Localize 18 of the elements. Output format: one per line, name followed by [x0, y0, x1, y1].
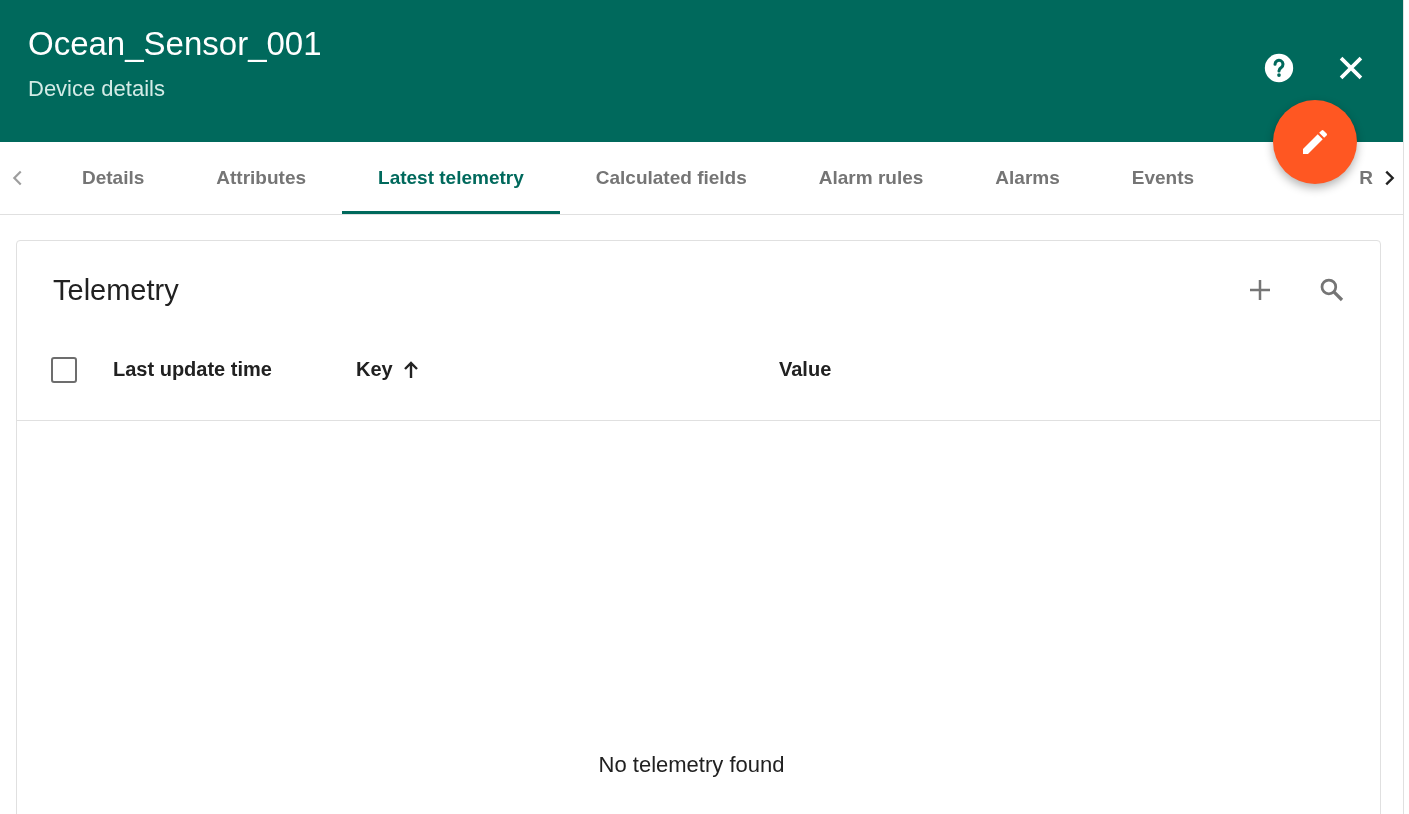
tab[interactable]: Latest telemetry [342, 142, 560, 214]
column-header[interactable]: Last update time [113, 358, 272, 381]
tab[interactable]: Details [82, 142, 145, 214]
tab[interactable]: Events [1131, 142, 1195, 214]
checkbox[interactable] [51, 356, 77, 383]
tab[interactable]: Calculated fields [595, 142, 747, 214]
column-header[interactable]: Key [356, 358, 393, 381]
empty-message: No telemetry found [598, 752, 785, 778]
help-icon [1262, 51, 1296, 85]
page-subtitle: Device details [28, 76, 166, 102]
edit-button[interactable] [1273, 100, 1357, 184]
tab[interactable]: Attributes [216, 142, 307, 214]
page-title: Ocean_Sensor_001 [28, 24, 322, 64]
card-title: Telemetry [53, 273, 179, 307]
column-header[interactable]: Value [779, 358, 832, 381]
tab[interactable]: Alarms [995, 142, 1060, 214]
tab[interactable]: Alarm rules [818, 142, 924, 214]
tab[interactable]: R [1359, 142, 1373, 214]
